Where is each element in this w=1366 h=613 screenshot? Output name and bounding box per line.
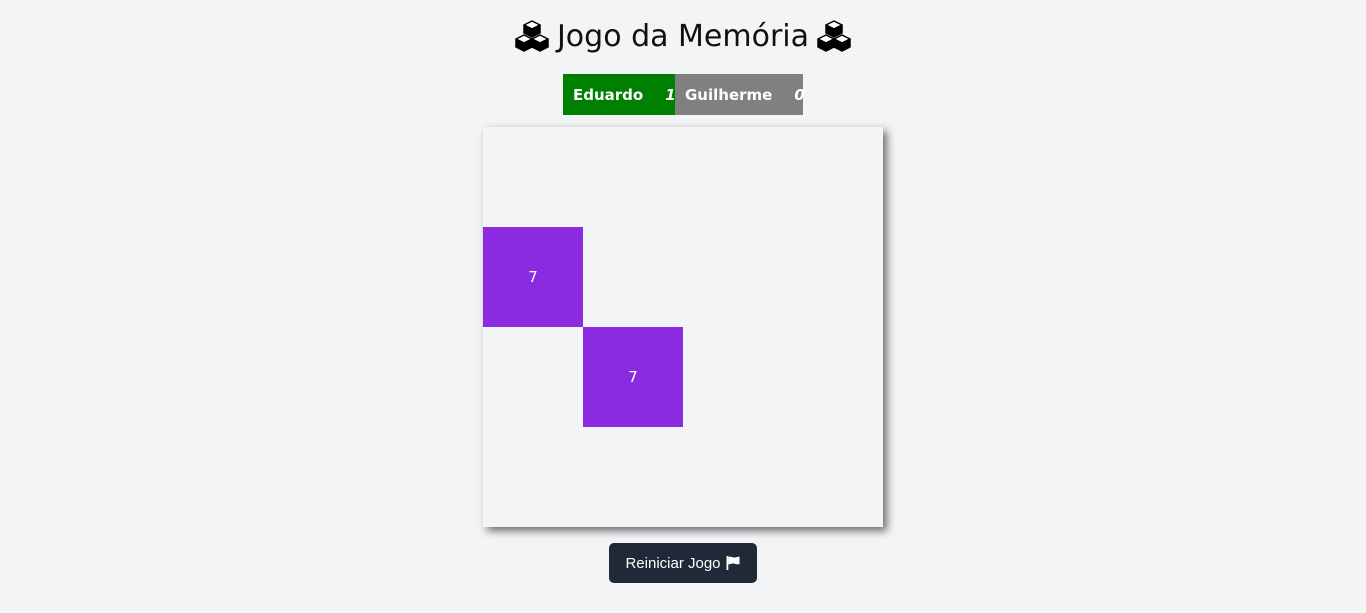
- player-name: Guilherme: [685, 85, 773, 104]
- cubes-icon: [817, 20, 851, 52]
- card-hidden[interactable]: [583, 427, 683, 527]
- card-hidden[interactable]: [783, 427, 883, 527]
- card-hidden[interactable]: [483, 127, 583, 227]
- player-score: 0: [794, 85, 805, 104]
- player-eduardo: Eduardo 1: [563, 74, 676, 115]
- flag-icon: [726, 556, 740, 570]
- title-text: Jogo da Memória: [556, 18, 810, 54]
- player-guilherme: Guilherme 0: [675, 74, 805, 115]
- page-title: Jogo da Memória: [0, 16, 1366, 56]
- card-hidden[interactable]: [683, 327, 783, 427]
- card-revealed[interactable]: 7: [483, 227, 583, 327]
- card-hidden[interactable]: [783, 227, 883, 327]
- card-hidden[interactable]: [583, 127, 683, 227]
- card-revealed[interactable]: 7: [583, 327, 683, 427]
- restart-label: Reiniciar Jogo: [625, 554, 721, 572]
- card-hidden[interactable]: [683, 127, 783, 227]
- player-name: Eduardo: [573, 85, 644, 104]
- card-hidden[interactable]: [483, 327, 583, 427]
- cubes-icon: [515, 20, 549, 52]
- card-hidden[interactable]: [683, 427, 783, 527]
- restart-button[interactable]: Reiniciar Jogo: [609, 543, 757, 583]
- card-hidden[interactable]: [483, 427, 583, 527]
- card-hidden[interactable]: [783, 327, 883, 427]
- card-hidden[interactable]: [783, 127, 883, 227]
- card-hidden[interactable]: [683, 227, 783, 327]
- scoreboard: Eduardo 1 Guilherme 0: [563, 74, 805, 115]
- game-board: 77: [483, 127, 883, 527]
- card-hidden[interactable]: [583, 227, 683, 327]
